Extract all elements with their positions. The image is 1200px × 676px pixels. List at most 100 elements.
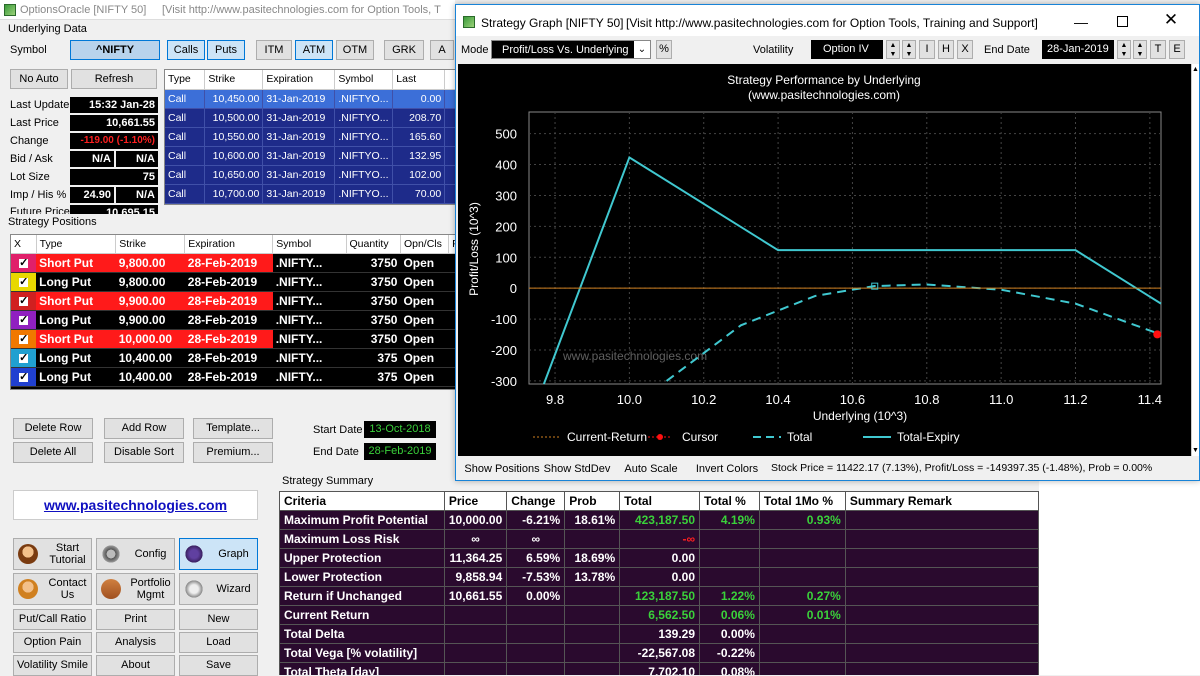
calls-button[interactable]: Calls <box>167 40 205 60</box>
summary-col-header[interactable]: Summary Remark <box>844 491 1039 511</box>
summary-row[interactable]: Lower Protection 9,858.94 -7.53% 13.78% 0.00 <box>279 567 1039 587</box>
table-row[interactable]: Call 10,450.00 31-Jan-2019 .NIFTYO... 0.00 <box>165 89 455 109</box>
about-button[interactable]: About <box>96 655 175 676</box>
date-spin-up-icon[interactable]: ▲ ▼ <box>1117 40 1131 59</box>
save-button[interactable]: Save <box>179 655 258 676</box>
table-row[interactable]: Call 10,650.00 31-Jan-2019 .NIFTYO... 102.00 <box>165 165 455 185</box>
position-row[interactable]: Short Put9,900.0028-Feb-2019.NIFTY...375… <box>11 291 455 311</box>
print-button[interactable]: Print <box>96 609 175 630</box>
atm-button[interactable]: ATM <box>295 40 333 60</box>
table-row[interactable]: Call 10,700.00 31-Jan-2019 .NIFTYO... 70.00 <box>165 184 455 204</box>
show-positions-button[interactable]: Show Positions <box>462 460 542 478</box>
add-row-button[interactable]: Add Row <box>104 418 184 439</box>
load-button[interactable]: Load <box>179 632 258 653</box>
col-expiration[interactable]: Expiration <box>262 70 336 90</box>
start-date-field[interactable]: 13-Oct-2018 <box>364 421 436 438</box>
strategy-positions-table[interactable]: X Type Strike Expiration Symbol Quantity Opn/C… <box>10 234 456 390</box>
scroll-up-icon[interactable]: ▲ <box>1192 66 1199 73</box>
new-button[interactable]: New <box>179 609 258 630</box>
scroll-down-icon[interactable]: ▼ <box>1192 447 1199 454</box>
analysis-button[interactable]: Analysis <box>96 632 175 653</box>
graph-button[interactable]: Graph <box>179 538 258 570</box>
summary-row[interactable]: Upper Protection 11,364.25 6.59% 18.69% 0.00 <box>279 548 1039 568</box>
symbol-field[interactable]: ^NIFTY <box>70 40 160 60</box>
position-col-header[interactable]: Strike <box>115 235 186 254</box>
auto-scale-button[interactable]: Auto Scale <box>618 460 684 478</box>
premium-button[interactable]: Premium... <box>193 442 273 463</box>
summary-row[interactable]: Maximum Loss Risk ∞ ∞ -∞ <box>279 529 1039 549</box>
checkbox-icon[interactable] <box>17 332 31 346</box>
option-pain-button[interactable]: Option Pain <box>13 632 92 653</box>
show-stddev-button[interactable]: Show StdDev <box>542 460 612 478</box>
date-spin-down-icon[interactable]: ▲ ▼ <box>1133 40 1147 59</box>
strategy-graph-window[interactable]: Strategy Graph [NIFTY 50] [Visit http://… <box>455 4 1200 481</box>
close-icon[interactable]: ✕ <box>1156 10 1186 30</box>
summary-col-header[interactable]: Price <box>443 491 508 511</box>
refresh-button[interactable]: Refresh <box>71 69 157 89</box>
summary-row[interactable]: Maximum Profit Potential 10,000.00 -6.21% 1… <box>279 510 1039 530</box>
summary-col-header[interactable]: Criteria <box>279 491 445 511</box>
put-call-ratio-button[interactable]: Put/Call Ratio <box>13 609 92 630</box>
volatility-spin-down-icon[interactable]: ▲ ▼ <box>902 40 916 59</box>
table-row[interactable]: Call 10,550.00 31-Jan-2019 .NIFTYO... 165.60 <box>165 127 455 147</box>
volatility-field[interactable]: Option IV <box>811 40 883 59</box>
puts-button[interactable]: Puts <box>207 40 245 60</box>
table-row[interactable]: Call 10,600.00 31-Jan-2019 .NIFTYO... 132.95 <box>165 146 455 166</box>
template-button[interactable]: Template... <box>193 418 273 439</box>
checkbox-icon[interactable] <box>17 313 31 327</box>
summary-col-header[interactable]: Total 1Mo % <box>758 491 846 511</box>
date-t-button[interactable]: T <box>1150 40 1166 59</box>
position-row[interactable]: Long Put10,400.0028-Feb-2019.NIFTY...375… <box>11 348 455 368</box>
summary-col-header[interactable]: Total <box>619 491 701 511</box>
position-row[interactable]: Short Put9,800.0028-Feb-2019.NIFTY...375… <box>11 253 455 273</box>
vol-x-button[interactable]: X <box>957 40 973 59</box>
summary-row[interactable]: Current Return 6,562.50 0.06% 0.01% <box>279 605 1039 625</box>
position-row[interactable]: Long Put9,900.0028-Feb-2019.NIFTY...3750… <box>11 310 455 330</box>
checkbox-icon[interactable] <box>17 275 31 289</box>
summary-col-header[interactable]: Change <box>506 491 566 511</box>
summary-col-header[interactable]: Total % <box>699 491 760 511</box>
position-col-header[interactable]: Symbol <box>272 235 347 254</box>
wizard-button[interactable]: Wizard <box>179 573 258 605</box>
position-col-header[interactable]: Opn/Cls <box>400 235 450 254</box>
checkbox-icon[interactable] <box>17 256 31 270</box>
vol-i-button[interactable]: I <box>919 40 935 59</box>
options-chain-table[interactable]: Type Strike Expiration Symbol Last Call 1… <box>164 69 456 205</box>
delete-row-button[interactable]: Delete Row <box>13 418 93 439</box>
strategy-chart[interactable]: Strategy Performance by Underlying (www.… <box>458 64 1191 456</box>
date-e-button[interactable]: E <box>1169 40 1185 59</box>
main-title-bar[interactable]: OptionsOracle [NIFTY 50] [Visit http://w… <box>0 0 455 20</box>
position-row[interactable]: Long Put10,400.0028-Feb-2019.NIFTY...375… <box>11 367 455 387</box>
otm-button[interactable]: OTM <box>336 40 374 60</box>
summary-row[interactable]: Return if Unchanged 10,661.55 0.00% 123,187… <box>279 586 1039 606</box>
checkbox-icon[interactable] <box>17 370 31 384</box>
website-link[interactable]: www.pasitechnologies.com <box>14 497 257 513</box>
strategy-summary-table[interactable]: Criteria Price Change Prob Total Total % Total… <box>279 491 1039 675</box>
volatility-smile-button[interactable]: Volatility Smile <box>13 655 92 676</box>
itm-button[interactable]: ITM <box>256 40 292 60</box>
delete-all-button[interactable]: Delete All <box>13 442 93 463</box>
position-row[interactable]: Short Put10,000.0028-Feb-2019.NIFTY...37… <box>11 329 455 349</box>
portfolio-mgmt-button[interactable]: Portfolio Mgmt <box>96 573 175 605</box>
mode-select[interactable]: Profit/Loss Vs. Underlying ⌄ <box>491 40 651 59</box>
table-row[interactable]: Call 10,500.00 31-Jan-2019 .NIFTYO... 208.70 <box>165 108 455 128</box>
grk-button[interactable]: GRK <box>384 40 424 60</box>
end-date-field[interactable]: 28-Feb-2019 <box>364 443 436 460</box>
summary-row[interactable]: Total Theta [day] 7,702.10 0.08% <box>279 662 1039 675</box>
summary-row[interactable]: Total Vega [% volatility] -22,567.08 -0.22… <box>279 643 1039 663</box>
percent-button[interactable]: % <box>656 40 672 59</box>
col-type[interactable]: Type <box>165 70 206 90</box>
graph-title-bar[interactable]: Strategy Graph [NIFTY 50] [Visit http://… <box>456 5 1199 36</box>
start-tutorial-button[interactable]: Start Tutorial <box>13 538 92 570</box>
col-symbol[interactable]: Symbol <box>334 70 394 90</box>
position-col-header[interactable]: X <box>11 235 37 254</box>
a-button[interactable]: A <box>430 40 454 60</box>
maximize-icon[interactable] <box>1112 14 1132 30</box>
contact-us-button[interactable]: Contact Us <box>13 573 92 605</box>
disable-sort-button[interactable]: Disable Sort <box>104 442 184 463</box>
end-date-graph-field[interactable]: 28-Jan-2019 <box>1042 40 1114 59</box>
minimize-icon[interactable]: — <box>1066 14 1096 30</box>
position-col-header[interactable]: Type <box>36 235 117 254</box>
summary-col-header[interactable]: Prob <box>564 491 621 511</box>
chart-scrollbar[interactable]: ▲ ▼ <box>1191 64 1199 456</box>
